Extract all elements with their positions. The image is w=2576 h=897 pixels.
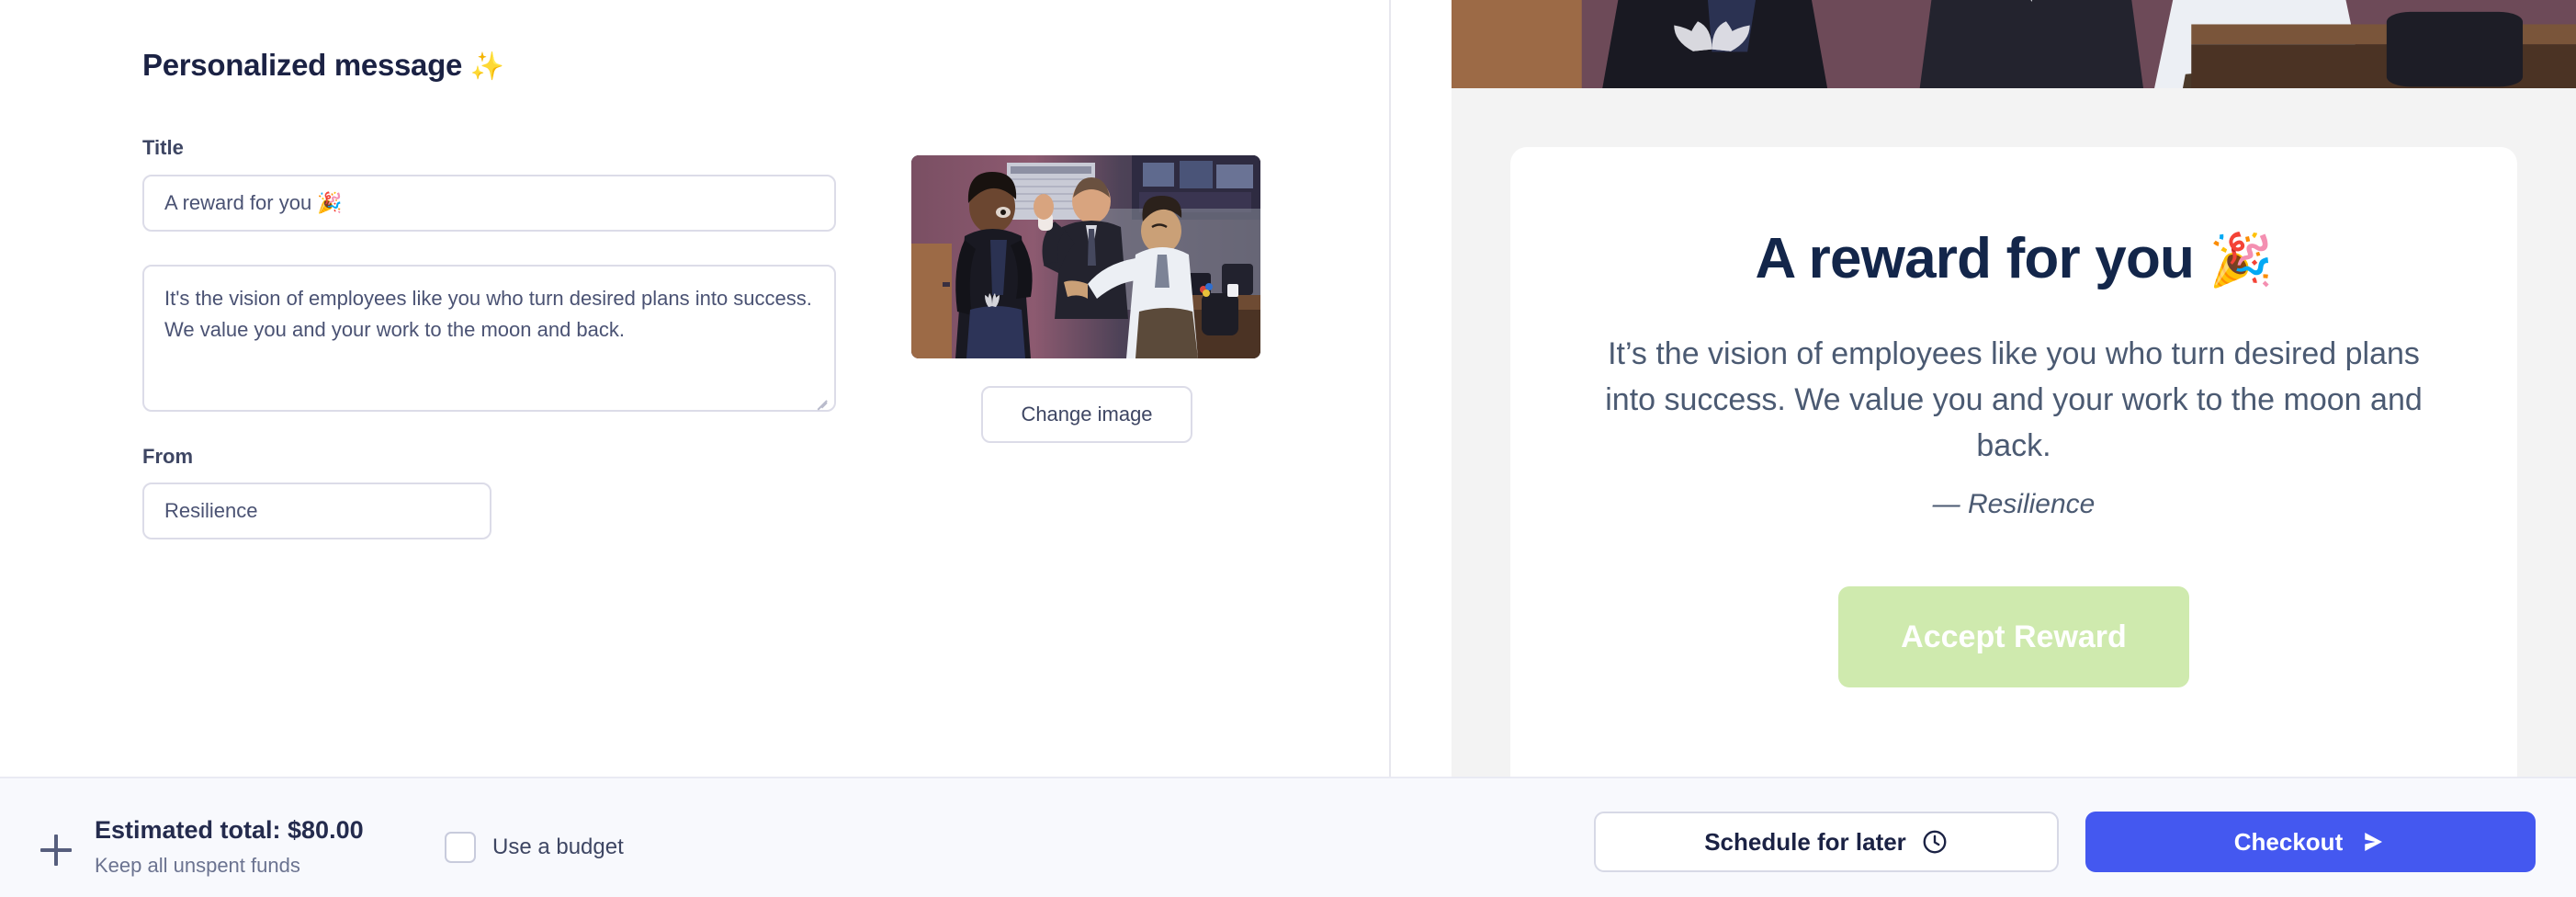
page-title: Personalized message ✨ [142, 48, 504, 83]
accept-reward-button[interactable]: Accept Reward [1838, 586, 2189, 688]
change-image-button[interactable]: Change image [981, 386, 1192, 443]
preview-background: A reward for you 🎉 It’s the vision of em… [1452, 0, 2576, 777]
preview-heading-text: A reward for you [1755, 227, 2209, 290]
message-textarea[interactable]: It's the vision of employees like you wh… [142, 265, 836, 412]
checkout-button[interactable]: Checkout [2085, 812, 2536, 872]
app-screen: Personalized message ✨ Title It's the vi… [0, 0, 2576, 897]
use-budget-label[interactable]: Use a budget [492, 835, 624, 860]
plus-icon[interactable] [40, 835, 72, 866]
preview-heading: A reward for you 🎉 [1510, 227, 2517, 290]
preview-banner-image [1452, 0, 2576, 88]
schedule-for-later-button[interactable]: Schedule for later [1594, 812, 2059, 872]
title-input[interactable] [142, 175, 836, 232]
clock-icon [1921, 828, 1949, 856]
unspent-funds-note: Keep all unspent funds [95, 854, 300, 877]
preview-body-text: It’s the vision of employees like you wh… [1605, 336, 2423, 464]
sparkles-icon: ✨ [469, 51, 504, 82]
page-title-text: Personalized message [142, 48, 463, 82]
office-scene-banner-illustration [1452, 0, 2576, 88]
preview-pane: A reward for you 🎉 It’s the vision of em… [1393, 0, 2576, 777]
use-budget-checkbox[interactable] [445, 832, 476, 863]
from-input[interactable] [142, 483, 491, 539]
editor-pane: Personalized message ✨ Title It's the vi… [0, 0, 1391, 777]
party-popper-icon: 🎉 [2209, 231, 2274, 289]
estimated-total-label: Estimated total: $80.00 [95, 816, 364, 844]
from-field-label: From [142, 445, 193, 468]
send-arrow-icon [2359, 828, 2387, 856]
office-scene-illustration [911, 155, 1260, 358]
use-budget-group: Use a budget [445, 832, 624, 863]
title-field-label: Title [142, 136, 184, 159]
reward-preview-card: A reward for you 🎉 It’s the vision of em… [1510, 147, 2517, 777]
preview-signature: — Resilience [1932, 489, 2096, 520]
message-image-thumbnail[interactable] [911, 155, 1260, 358]
schedule-for-later-label: Schedule for later [1704, 827, 1906, 856]
checkout-label: Checkout [2233, 827, 2344, 856]
